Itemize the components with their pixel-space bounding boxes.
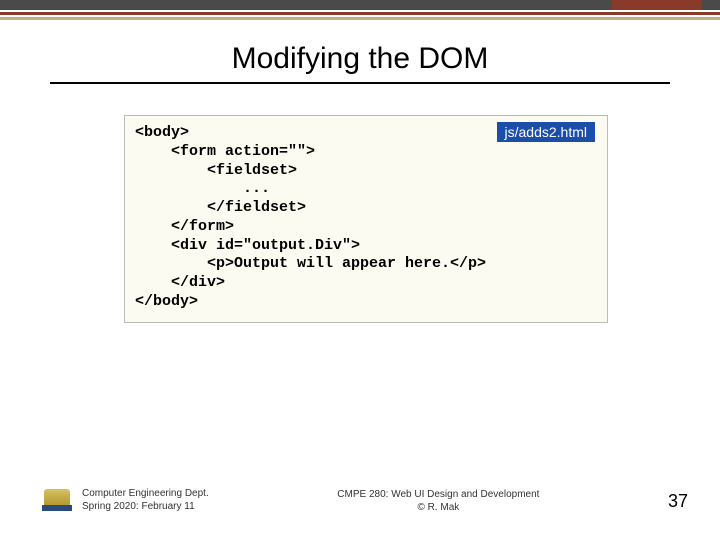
footer-course: CMPE 280: Web UI Design and Development — [209, 488, 668, 501]
footer-author: © R. Mak — [209, 501, 668, 514]
sjsu-logo — [42, 486, 72, 514]
footer-term: Spring 2020: February 11 — [82, 500, 209, 513]
slide-footer: Computer Engineering Dept. Spring 2020: … — [0, 486, 720, 514]
file-label: js/adds2.html — [497, 122, 595, 142]
title-accent-bar — [612, 0, 702, 10]
footer-dept: Computer Engineering Dept. — [82, 487, 209, 500]
title-underline — [50, 82, 670, 84]
page-number: 37 — [668, 491, 688, 514]
footer-left: Computer Engineering Dept. Spring 2020: … — [42, 486, 209, 514]
code-content: <body> <form action=""> <fieldset> ... <… — [135, 124, 597, 312]
slide-title: Modifying the DOM — [0, 42, 720, 76]
top-decorative-bars — [0, 0, 720, 20]
code-block: js/adds2.html <body> <form action=""> <f… — [124, 115, 608, 323]
